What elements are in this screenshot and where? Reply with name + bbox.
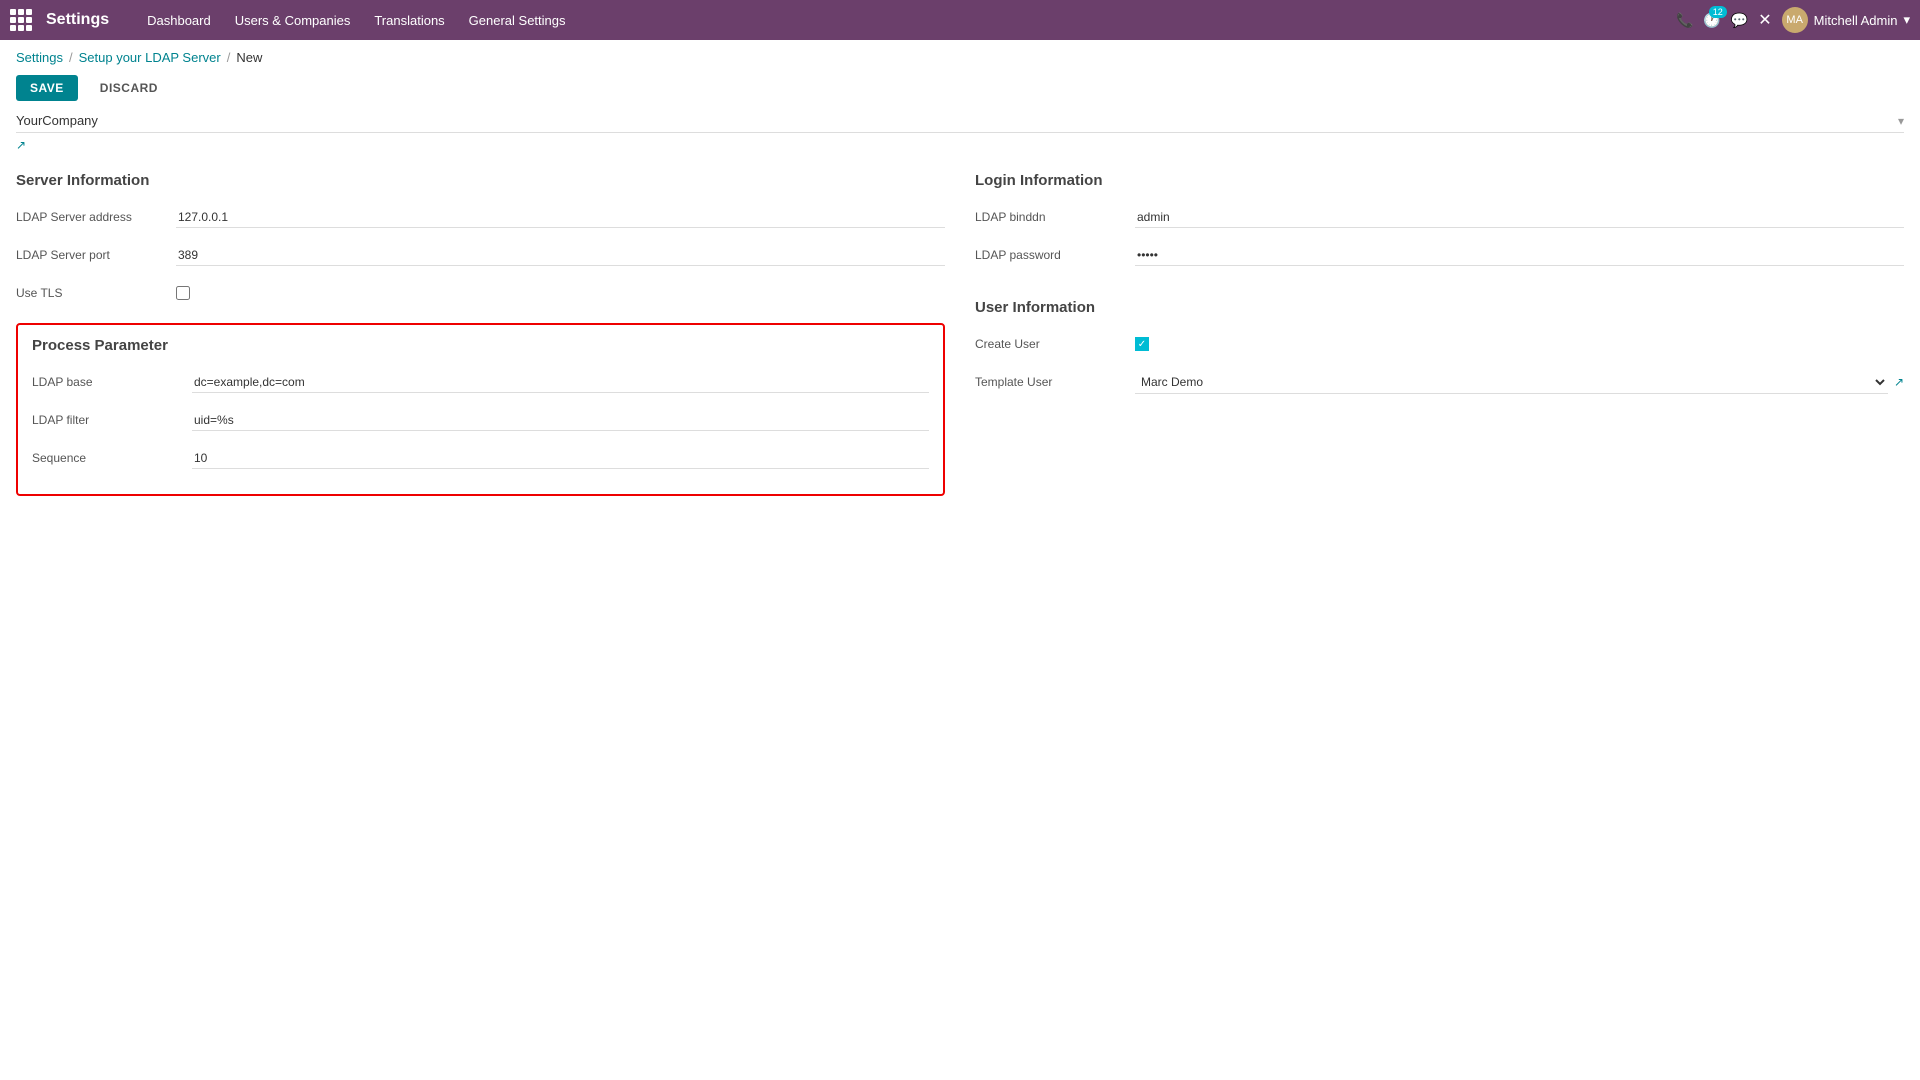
ldap-filter-label: LDAP filter	[32, 413, 192, 427]
breadcrumb-sep-1: /	[69, 50, 73, 65]
ldap-server-address-label: LDAP Server address	[16, 210, 176, 224]
action-bar: SAVE DISCARD	[0, 69, 1920, 113]
user-chevron: ▾	[1903, 12, 1910, 28]
process-param-section: Process Parameter LDAP base LDAP filter …	[16, 323, 945, 496]
ldap-base-label: LDAP base	[32, 375, 192, 389]
sequence-input[interactable]	[192, 448, 929, 469]
user-avatar: MA	[1782, 7, 1808, 33]
breadcrumb-settings[interactable]: Settings	[16, 50, 63, 65]
breadcrumb: Settings / Setup your LDAP Server / New	[0, 40, 1920, 69]
right-col: Login Information LDAP binddn LDAP passw…	[975, 172, 1904, 496]
notification-badge: 12	[1709, 6, 1727, 18]
sequence-row: Sequence	[32, 444, 929, 472]
topbar-left: Settings Dashboard Users & Companies Tra…	[10, 7, 576, 34]
ldap-binddn-input[interactable]	[1135, 207, 1904, 228]
user-info-section: User Information Create User ✓ Template …	[975, 299, 1904, 396]
use-tls-label: Use TLS	[16, 286, 176, 300]
topbar-right: 📞 🕐 12 💬 ✕ MA Mitchell Admin ▾	[1676, 7, 1910, 33]
ldap-server-port-row: LDAP Server port	[16, 241, 945, 269]
two-col-layout: Server Information LDAP Server address L…	[16, 172, 1904, 496]
breadcrumb-current: New	[236, 50, 262, 65]
user-name: Mitchell Admin	[1814, 13, 1898, 28]
nav-dashboard[interactable]: Dashboard	[137, 7, 221, 34]
create-user-row: Create User ✓	[975, 330, 1904, 358]
template-user-external-link-icon[interactable]: ↗	[1894, 375, 1904, 389]
topbar: Settings Dashboard Users & Companies Tra…	[0, 0, 1920, 40]
nav-translations[interactable]: Translations	[364, 7, 454, 34]
breadcrumb-setup[interactable]: Setup your LDAP Server	[79, 50, 221, 65]
company-name[interactable]: YourCompany	[16, 113, 98, 128]
ldap-filter-row: LDAP filter	[32, 406, 929, 434]
ldap-server-port-label: LDAP Server port	[16, 248, 176, 262]
phone-icon[interactable]: 📞	[1676, 12, 1693, 29]
main-content: YourCompany ▾ ↗ Server Information LDAP …	[0, 113, 1920, 496]
chat-icon[interactable]: 💬	[1731, 12, 1748, 29]
breadcrumb-sep-2: /	[227, 50, 231, 65]
template-user-label: Template User	[975, 375, 1135, 389]
sequence-label: Sequence	[32, 451, 192, 465]
company-chevron: ▾	[1898, 114, 1904, 128]
create-user-label: Create User	[975, 337, 1135, 351]
template-user-select[interactable]: Marc Demo	[1135, 371, 1888, 394]
process-param-title: Process Parameter	[32, 337, 929, 354]
notification-icon[interactable]: 🕐 12	[1703, 12, 1720, 29]
ldap-filter-input[interactable]	[192, 410, 929, 431]
discard-button[interactable]: DISCARD	[86, 75, 172, 101]
template-user-field: Marc Demo ↗	[1135, 371, 1904, 394]
ldap-base-input[interactable]	[192, 372, 929, 393]
ldap-base-row: LDAP base	[32, 368, 929, 396]
login-info-title: Login Information	[975, 172, 1904, 189]
user-info-title: User Information	[975, 299, 1904, 316]
ldap-password-input[interactable]	[1135, 245, 1904, 266]
use-tls-row: Use TLS	[16, 279, 945, 307]
user-menu[interactable]: MA Mitchell Admin ▾	[1782, 7, 1910, 33]
ldap-server-address-input[interactable]	[176, 207, 945, 228]
ldap-password-label: LDAP password	[975, 248, 1135, 262]
ldap-binddn-label: LDAP binddn	[975, 210, 1135, 224]
ldap-binddn-row: LDAP binddn	[975, 203, 1904, 231]
close-icon[interactable]: ✕	[1758, 10, 1771, 30]
use-tls-checkbox[interactable]	[176, 286, 190, 300]
company-selector-row: YourCompany ▾	[16, 113, 1904, 133]
ldap-server-address-row: LDAP Server address	[16, 203, 945, 231]
ldap-password-row: LDAP password	[975, 241, 1904, 269]
ldap-server-port-input[interactable]	[176, 245, 945, 266]
apps-icon[interactable]	[10, 9, 32, 31]
company-external-link-icon[interactable]: ↗	[16, 138, 26, 152]
server-info-title: Server Information	[16, 172, 945, 189]
server-info-col: Server Information LDAP Server address L…	[16, 172, 945, 496]
checkmark-icon: ✓	[1138, 339, 1146, 350]
nav-users-companies[interactable]: Users & Companies	[225, 7, 361, 34]
save-button[interactable]: SAVE	[16, 75, 78, 101]
create-user-checkbox[interactable]: ✓	[1135, 337, 1149, 351]
template-user-row: Template User Marc Demo ↗	[975, 368, 1904, 396]
nav-general-settings[interactable]: General Settings	[459, 7, 576, 34]
app-title: Settings	[46, 11, 109, 29]
main-nav: Dashboard Users & Companies Translations…	[137, 7, 575, 34]
